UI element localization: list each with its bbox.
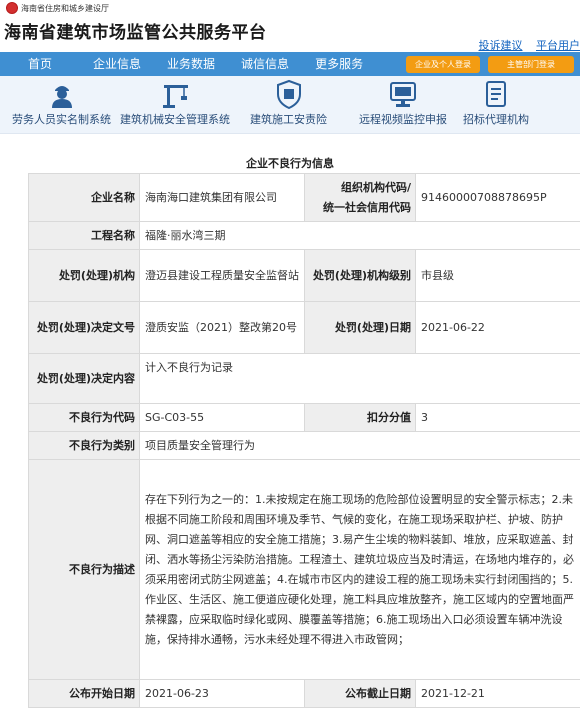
deduction-label: 扣分分值 <box>304 403 416 432</box>
header: 海南省住房和城乡建设厅 海南省建筑市场监管公共服务平台 投诉建议 平台用户 <box>0 0 580 52</box>
description-value: 存在下列行为之一的：1.未按规定在施工现场的危险部位设置明显的安全警示标志；2.… <box>139 459 580 680</box>
decision-date-value: 2021-06-22 <box>415 301 580 354</box>
table-row: 企业名称 海南海口建筑集团有限公司 组织机构代码/统一社会信用代码 914600… <box>28 173 580 222</box>
company-label: 企业名称 <box>28 173 140 222</box>
org-code-value: 91460000708878695P <box>415 173 580 222</box>
decision-content-value: 计入不良行为记录 <box>139 353 580 404</box>
table-row: 公布开始日期 2021-06-23 公布截止日期 2021-12-21 <box>28 679 580 708</box>
decision-no-label: 处罚(处理)决定文号 <box>28 301 140 354</box>
nav-business-data[interactable]: 业务数据 <box>154 52 228 76</box>
service-label: 建筑机械安全管理系统 <box>120 113 230 126</box>
monitor-icon <box>390 82 416 107</box>
table-row: 处罚(处理)决定内容 计入不良行为记录 <box>28 353 580 404</box>
service-construction-insurance[interactable]: 建筑施工安责险 <box>250 76 327 127</box>
shield-icon <box>276 79 301 109</box>
nav-more-services[interactable]: 更多服务 <box>302 52 376 76</box>
authority-level-label: 处罚(处理)机构级别 <box>304 249 416 302</box>
worker-icon <box>51 86 72 108</box>
project-label: 工程名称 <box>28 221 140 250</box>
top-links: 投诉建议 平台用户 <box>469 37 580 53</box>
document-icon <box>486 81 506 107</box>
publish-start-value: 2021-06-23 <box>139 679 305 708</box>
platform-user-link[interactable]: 平台用户 <box>536 39 580 52</box>
nav-credit[interactable]: 诚信信息 <box>228 52 302 76</box>
deduction-value: 3 <box>415 403 580 432</box>
main-nav: 首页 企业信息 业务数据 诚信信息 更多服务 企业及个人登录 主管部门登录 <box>0 52 580 76</box>
table-row: 处罚(处理)决定文号 澄质安监（2021）整改第20号 处罚(处理)日期 202… <box>28 301 580 354</box>
table-row: 不良行为类别 项目质量安全管理行为 <box>28 431 580 460</box>
table-row: 处罚(处理)机构 澄迈县建设工程质量安全监督站 处罚(处理)机构级别 市县级 <box>28 249 580 302</box>
nav-home[interactable]: 首页 <box>0 52 80 76</box>
nav-enterprise[interactable]: 企业信息 <box>80 52 154 76</box>
service-label: 劳务人员实名制系统 <box>12 113 111 126</box>
category-value: 项目质量安全管理行为 <box>139 431 580 460</box>
national-emblem-icon <box>6 2 18 14</box>
authority-label: 处罚(处理)机构 <box>28 249 140 302</box>
dept-login-button[interactable]: 主管部门登录 <box>488 56 574 73</box>
project-value: 福隆·丽水湾三期 <box>139 221 580 250</box>
decision-content-label: 处罚(处理)决定内容 <box>28 353 140 404</box>
table-row: 不良行为代码 SG-C03-55 扣分分值 3 <box>28 403 580 432</box>
publish-end-label: 公布截止日期 <box>304 679 416 708</box>
ministry-brand: 海南省住房和城乡建设厅 <box>6 2 109 14</box>
category-label: 不良行为类别 <box>28 431 140 460</box>
service-bidding-agency[interactable]: 招标代理机构 <box>463 76 529 127</box>
complaint-link[interactable]: 投诉建议 <box>479 39 523 52</box>
service-video-monitoring[interactable]: 远程视频监控申报 <box>359 76 447 127</box>
service-label: 建筑施工安责险 <box>250 113 327 126</box>
personal-login-button[interactable]: 企业及个人登录 <box>406 56 480 73</box>
publish-end-value: 2021-12-21 <box>415 679 580 708</box>
service-labor-realname[interactable]: 劳务人员实名制系统 <box>12 76 111 127</box>
service-icon-bar: 劳务人员实名制系统 建筑机械安全管理系统 建筑施工安责险 远程视频监控申报 招标… <box>0 76 580 134</box>
org-code-label-line2: 统一社会信用代码 <box>323 200 411 214</box>
company-value: 海南海口建筑集团有限公司 <box>139 173 305 222</box>
service-machinery-safety[interactable]: 建筑机械安全管理系统 <box>120 76 230 127</box>
bad-behavior-table: 企业名称 海南海口建筑集团有限公司 组织机构代码/统一社会信用代码 914600… <box>28 173 580 708</box>
behavior-code-value: SG-C03-55 <box>139 403 305 432</box>
decision-date-label: 处罚(处理)日期 <box>304 301 416 354</box>
spacer <box>0 134 580 152</box>
ministry-name: 海南省住房和城乡建设厅 <box>21 3 109 13</box>
site-title: 海南省建筑市场监管公共服务平台 <box>4 23 267 43</box>
table-row: 工程名称 福隆·丽水湾三期 <box>28 221 580 250</box>
table-row: 不良行为描述 存在下列行为之一的：1.未按规定在施工现场的危险部位设置明显的安全… <box>28 459 580 680</box>
org-code-label-line1: 组织机构代码/ <box>340 180 411 194</box>
service-label: 招标代理机构 <box>463 113 529 126</box>
description-label: 不良行为描述 <box>28 459 140 680</box>
service-label: 远程视频监控申报 <box>359 113 447 126</box>
decision-no-value: 澄质安监（2021）整改第20号 <box>139 301 305 354</box>
behavior-code-label: 不良行为代码 <box>28 403 140 432</box>
authority-level-value: 市县级 <box>415 249 580 302</box>
publish-start-label: 公布开始日期 <box>28 679 140 708</box>
org-code-label: 组织机构代码/统一社会信用代码 <box>304 173 416 222</box>
crane-icon <box>163 85 188 108</box>
authority-value: 澄迈县建设工程质量安全监督站 <box>139 249 305 302</box>
